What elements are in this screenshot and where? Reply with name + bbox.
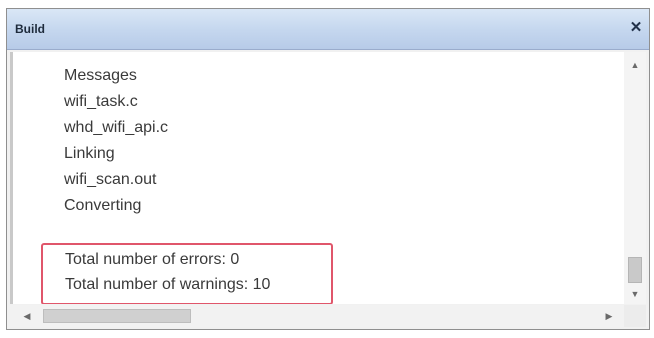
scroll-right-icon[interactable]: ▶	[600, 305, 618, 327]
horizontal-scroll-thumb[interactable]	[43, 309, 191, 323]
scroll-up-icon[interactable]: ▲	[624, 56, 646, 74]
errors-summary: Total number of errors: 0	[65, 251, 240, 268]
warnings-summary: Total number of warnings: 10	[65, 276, 271, 293]
vertical-scroll-thumb[interactable]	[628, 257, 642, 283]
output-line: wifi_task.c	[64, 93, 138, 110]
horizontal-scrollbar[interactable]: ◀ ▶	[10, 305, 624, 327]
close-icon[interactable]: ✕	[629, 20, 643, 35]
output-line: Messages	[64, 67, 137, 84]
build-panel: Build ✕ Messages wifi_task.c whd_wifi_ap…	[6, 8, 650, 330]
scroll-down-icon[interactable]: ▼	[624, 285, 646, 303]
output-line: Linking	[64, 145, 115, 162]
panel-title-bar[interactable]: Build ✕	[7, 9, 649, 50]
scrollbar-corner	[624, 305, 646, 327]
panel-title: Build	[15, 22, 45, 36]
output-line: Converting	[64, 197, 142, 214]
vertical-scrollbar[interactable]: ▲ ▼	[624, 52, 646, 304]
build-output[interactable]: Messages wifi_task.c whd_wifi_api.c Link…	[10, 52, 624, 304]
output-line: whd_wifi_api.c	[64, 119, 169, 136]
scroll-left-icon[interactable]: ◀	[18, 305, 36, 327]
output-line: wifi_scan.out	[64, 171, 157, 188]
